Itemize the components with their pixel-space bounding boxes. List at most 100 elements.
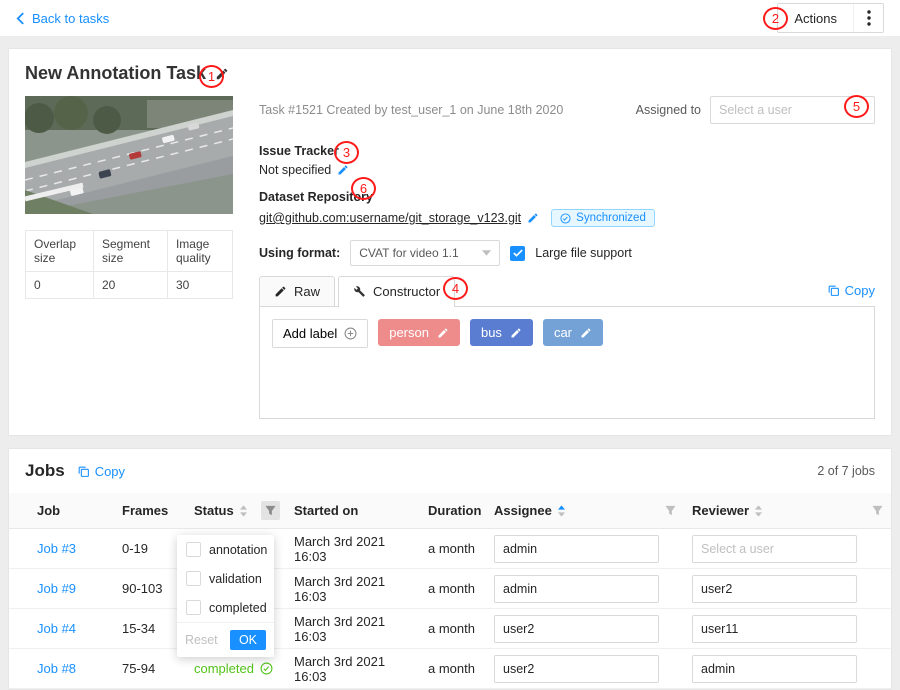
labels-copy-link[interactable]: Copy	[827, 283, 875, 298]
label-chip-person: person	[378, 319, 460, 346]
filter-option-annotation-label: annotation	[209, 543, 267, 557]
filter-option-validation[interactable]: validation	[177, 564, 274, 593]
reviewer-filter-icon[interactable]	[872, 505, 883, 516]
labels-panel: Add label person bus	[259, 307, 875, 419]
column-header-status-label: Status	[194, 503, 234, 518]
filter-option-validation-label: validation	[209, 572, 262, 586]
issue-tracker-value: Not specified	[259, 163, 331, 177]
assignee-select[interactable]	[494, 615, 659, 643]
plus-circle-icon	[344, 327, 357, 340]
filter-option-completed-label: completed	[209, 601, 267, 615]
task-meta-text: Task #1521 Created by test_user_1 on Jun…	[259, 103, 563, 117]
filter-reset-button[interactable]: Reset	[185, 633, 218, 647]
sort-icon[interactable]	[240, 505, 247, 517]
task-title: New Annotation Task	[25, 63, 206, 84]
table-row: Job #9 90-103 March 3rd 2021 16:03 a mon…	[9, 569, 891, 609]
started-cell: March 3rd 2021 16:03	[286, 529, 420, 569]
label-chip-bus-name: bus	[481, 325, 502, 340]
assigned-to-label: Assigned to	[636, 103, 701, 117]
reviewer-select[interactable]	[692, 535, 857, 563]
chevron-left-icon	[16, 12, 25, 25]
add-label-button-label: Add label	[283, 326, 337, 341]
format-select-value: CVAT for video 1.1	[359, 246, 458, 260]
jobs-table: Job Frames Status Started on	[9, 493, 891, 689]
status-filter-icon[interactable]	[261, 501, 280, 520]
add-label-button[interactable]: Add label	[272, 319, 368, 348]
labels-copy-label: Copy	[845, 283, 875, 298]
column-header-reviewer[interactable]: Reviewer	[684, 493, 891, 529]
duration-cell: a month	[420, 529, 486, 569]
job-link[interactable]: Job #4	[37, 621, 76, 636]
column-header-assignee[interactable]: Assignee	[486, 493, 684, 529]
back-to-tasks-link[interactable]: Back to tasks	[16, 11, 109, 26]
jobs-count: 2 of 7 jobs	[817, 464, 875, 478]
check-circle-icon	[560, 213, 571, 224]
jobs-copy-label: Copy	[95, 464, 125, 479]
filter-ok-button[interactable]: OK	[230, 630, 266, 650]
more-menu-icon[interactable]	[853, 4, 883, 32]
edit-issue-tracker-icon[interactable]	[337, 164, 349, 176]
wrench-icon	[353, 285, 366, 298]
status-filter-dropdown: annotation validation completed Reset OK	[177, 535, 274, 657]
filter-option-completed[interactable]: completed	[177, 593, 274, 622]
actions-button[interactable]: Actions	[777, 3, 884, 33]
jobs-copy-link[interactable]: Copy	[77, 464, 125, 479]
task-preview-image	[25, 96, 233, 214]
column-header-duration: Duration	[420, 493, 486, 529]
copy-icon	[77, 465, 90, 478]
assignee-select[interactable]	[494, 535, 659, 563]
frames-cell: 0-19	[114, 529, 186, 569]
jobs-card: Jobs Copy 2 of 7 jobs Job Frames Status	[8, 448, 892, 690]
column-header-reviewer-label: Reviewer	[692, 503, 749, 518]
job-link[interactable]: Job #3	[37, 541, 76, 556]
jobs-title: Jobs	[25, 461, 65, 481]
dataset-repository-label: Dataset Repository	[259, 190, 875, 204]
frames-cell: 15-34	[114, 609, 186, 649]
reviewer-select[interactable]	[692, 615, 857, 643]
label-chip-bus: bus	[470, 319, 533, 346]
top-bar: Back to tasks Actions	[0, 0, 900, 36]
checkbox[interactable]	[186, 571, 201, 586]
chevron-down-icon	[482, 250, 491, 256]
reviewer-select[interactable]	[692, 575, 857, 603]
filter-option-annotation[interactable]: annotation	[177, 535, 274, 564]
format-select[interactable]: CVAT for video 1.1	[350, 240, 500, 266]
edit-label-bus-icon[interactable]	[510, 327, 522, 339]
edit-title-icon[interactable]	[215, 67, 229, 81]
param-value-segment: 20	[93, 272, 167, 299]
sort-icon[interactable]	[558, 505, 565, 517]
tab-constructor-label: Constructor	[373, 284, 440, 299]
task-parameters-table: Overlap size Segment size Image quality …	[25, 230, 233, 299]
using-format-label: Using format:	[259, 246, 340, 260]
edit-label-person-icon[interactable]	[437, 327, 449, 339]
sync-status-label: Synchronized	[576, 212, 646, 224]
frames-cell: 90-103	[114, 569, 186, 609]
column-header-job: Job	[9, 493, 114, 529]
duration-cell: a month	[420, 609, 486, 649]
column-header-status[interactable]: Status	[186, 493, 286, 529]
sort-icon[interactable]	[755, 505, 762, 517]
assignee-select[interactable]	[494, 575, 659, 603]
copy-icon	[827, 284, 840, 297]
large-file-support-checkbox[interactable]	[510, 246, 525, 261]
back-to-tasks-label: Back to tasks	[32, 11, 109, 26]
tab-constructor[interactable]: Constructor	[338, 276, 455, 307]
tab-raw[interactable]: Raw	[259, 276, 335, 306]
column-header-started: Started on	[286, 493, 420, 529]
assignee-filter-icon[interactable]	[665, 505, 676, 516]
label-chip-car: car	[543, 319, 603, 346]
assignee-select[interactable]	[710, 96, 875, 124]
large-file-support-label: Large file support	[535, 246, 632, 260]
edit-label-car-icon[interactable]	[580, 327, 592, 339]
param-header-overlap: Overlap size	[26, 231, 94, 272]
started-cell: March 3rd 2021 16:03	[286, 609, 420, 649]
table-row: Job #3 0-19 March 3rd 2021 16:03 a month	[9, 529, 891, 569]
column-header-assignee-label: Assignee	[494, 503, 552, 518]
edit-repository-icon[interactable]	[527, 212, 539, 224]
actions-label: Actions	[778, 4, 853, 32]
checkbox[interactable]	[186, 542, 201, 557]
job-link[interactable]: Job #9	[37, 581, 76, 596]
label-chip-person-name: person	[389, 325, 429, 340]
checkbox[interactable]	[186, 600, 201, 615]
issue-tracker-label: Issue Tracker	[259, 144, 875, 158]
